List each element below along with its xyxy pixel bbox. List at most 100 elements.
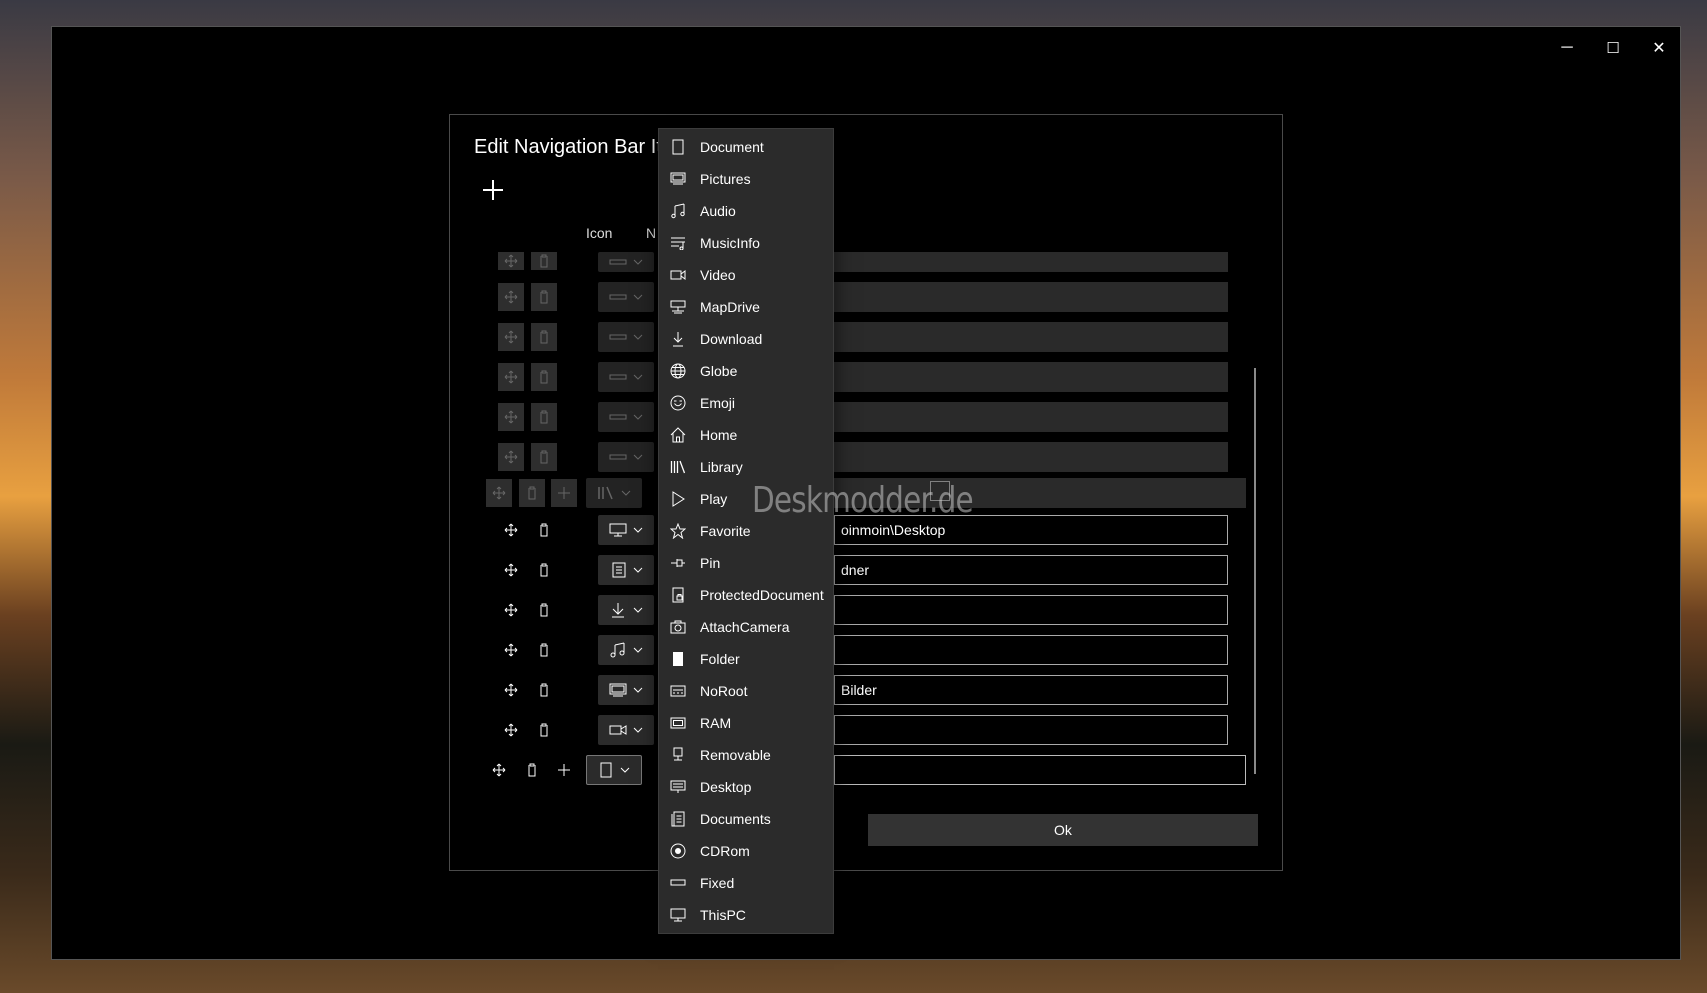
delete-button[interactable] [531,283,557,311]
icon-dropdown[interactable] [586,755,642,785]
icon-dropdown[interactable] [598,675,654,705]
cdrom-icon [670,843,686,859]
fixed-icon [609,259,627,265]
move-button[interactable] [498,517,524,543]
menu-item-video[interactable]: Video [659,260,833,290]
icon-dropdown[interactable] [598,515,654,545]
path-field[interactable] [834,715,1228,745]
menu-item-home[interactable]: Home [659,420,833,450]
globe-icon [670,363,686,379]
path-field[interactable] [834,755,1246,785]
menu-item-download[interactable]: Download [659,324,833,354]
ok-button[interactable]: Ok [868,814,1258,846]
icon-dropdown[interactable] [598,555,654,585]
path-field[interactable] [834,362,1228,392]
path-field[interactable] [834,282,1228,312]
insert-button[interactable] [551,757,577,783]
move-button[interactable] [486,479,512,507]
menu-item-documents[interactable]: Documents [659,804,833,834]
move-button[interactable] [498,323,524,351]
menu-item-fixed[interactable]: Fixed [659,868,833,898]
path-field[interactable] [834,322,1228,352]
menu-item-audio[interactable]: Audio [659,196,833,226]
icon-dropdown[interactable] [598,322,654,352]
path-field[interactable]: dner [834,555,1228,585]
delete-button[interactable] [531,403,557,431]
icon-dropdown[interactable] [598,442,654,472]
trash-icon [540,370,548,384]
menu-item-attach-camera[interactable]: AttachCamera [659,612,833,642]
path-field[interactable] [834,635,1228,665]
delete-button[interactable] [531,597,557,623]
emoji-icon [670,395,686,411]
move-button[interactable] [498,717,524,743]
path-field[interactable] [834,595,1228,625]
chevron-down-icon [633,527,643,533]
minimize-button[interactable]: ─ [1550,37,1584,59]
chevron-down-icon [633,334,643,340]
icon-dropdown[interactable] [598,282,654,312]
close-button[interactable]: ✕ [1642,37,1676,59]
menu-item-noroot[interactable]: NoRoot [659,676,833,706]
move-button[interactable] [498,637,524,663]
ram-icon [670,715,686,731]
path-field[interactable] [834,402,1228,432]
delete-button[interactable] [531,517,557,543]
menu-item-document[interactable]: Document [659,132,833,162]
menu-item-cdrom[interactable]: CDRom [659,836,833,866]
move-button[interactable] [498,597,524,623]
menu-item-ram[interactable]: RAM [659,708,833,738]
menu-item-library[interactable]: Library [659,452,833,482]
menu-item-globe[interactable]: Globe [659,356,833,386]
menu-item-folder[interactable]: Folder [659,644,833,674]
icon-dropdown[interactable] [598,715,654,745]
delete-button[interactable] [531,677,557,703]
delete-button[interactable] [519,479,545,507]
menu-item-musicinfo[interactable]: MusicInfo [659,228,833,258]
attach-camera-icon [670,619,686,635]
pictures-icon [670,171,686,187]
move-icon [504,290,518,304]
delete-button[interactable] [531,557,557,583]
chevron-down-icon [633,687,643,693]
menu-item-pictures[interactable]: Pictures [659,164,833,194]
delete-button[interactable] [519,757,545,783]
move-button[interactable] [498,677,524,703]
menu-item-removable[interactable]: Removable [659,740,833,770]
move-button[interactable] [498,557,524,583]
menu-item-desktop[interactable]: Desktop [659,772,833,802]
move-button[interactable] [498,363,524,391]
menu-item-pin[interactable]: Pin [659,548,833,578]
path-field[interactable] [834,252,1228,272]
move-icon [504,643,518,657]
delete-button[interactable] [531,443,557,471]
path-field[interactable]: Bilder [834,675,1228,705]
delete-button[interactable] [531,637,557,663]
icon-dropdown[interactable] [598,595,654,625]
icon-dropdown[interactable] [598,252,654,272]
icon-dropdown[interactable] [598,362,654,392]
path-field[interactable] [834,442,1228,472]
menu-item-mapdrive[interactable]: MapDrive [659,292,833,322]
menu-item-thispc[interactable]: ThisPC [659,900,833,930]
insert-button[interactable] [551,479,577,507]
maximize-button[interactable]: ☐ [1596,37,1630,59]
add-item-button[interactable] [481,178,505,202]
move-button[interactable] [498,283,524,311]
move-button[interactable] [498,443,524,471]
download-icon [612,603,624,618]
delete-button[interactable] [531,363,557,391]
move-button[interactable] [486,757,512,783]
menu-item-protected-document[interactable]: ProtectedDocument [659,580,833,610]
favorite-icon [670,523,686,539]
menu-item-emoji[interactable]: Emoji [659,388,833,418]
delete-button[interactable] [531,323,557,351]
vertical-scrollbar[interactable] [1254,368,1256,774]
move-button[interactable] [498,403,524,431]
icon-dropdown[interactable] [598,402,654,432]
icon-dropdown[interactable] [586,478,642,508]
delete-button[interactable] [531,717,557,743]
icon-dropdown[interactable] [598,635,654,665]
delete-button[interactable] [531,252,557,270]
move-button[interactable] [498,252,524,270]
